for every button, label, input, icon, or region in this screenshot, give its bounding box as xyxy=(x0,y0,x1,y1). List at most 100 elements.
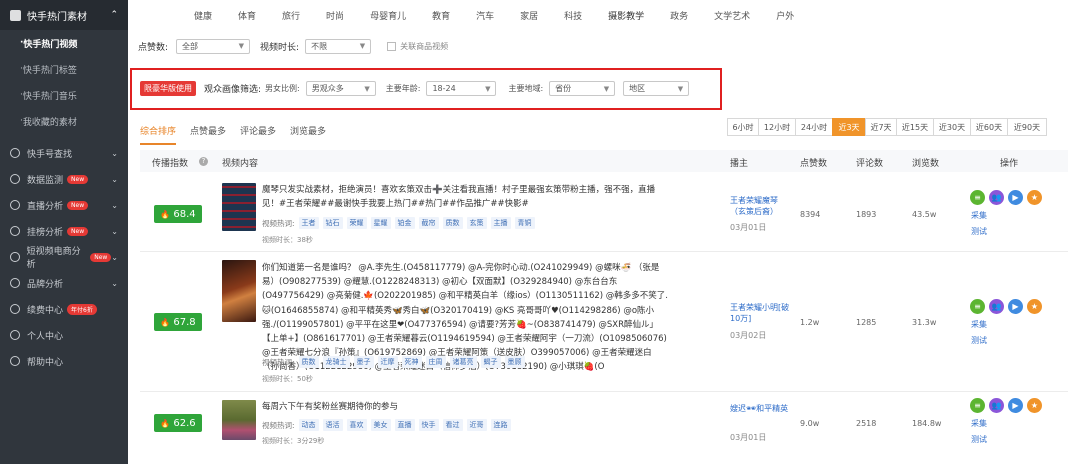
play-icon[interactable]: ▶ xyxy=(1008,299,1023,314)
help-icon[interactable]: ? xyxy=(199,157,208,166)
sort-tab-comments[interactable]: 评论最多 xyxy=(240,124,276,145)
time-tab-7d[interactable]: 近7天 xyxy=(865,118,897,136)
hot-word-tag[interactable]: 铂金 xyxy=(394,217,415,229)
hot-word-tag[interactable]: 质数 xyxy=(442,217,463,229)
category-home[interactable]: 家居 xyxy=(520,9,538,22)
collect-link[interactable]: 采集 xyxy=(971,416,987,432)
video-description[interactable]: 每周六下午有奖粉丝赛期待你的参与 xyxy=(262,400,668,414)
sidebar-item-rank[interactable]: 挂榜分析 New ⌄ xyxy=(0,218,128,244)
hot-word-tag[interactable]: 看过 xyxy=(442,419,463,431)
collect-link[interactable]: 采集 xyxy=(971,208,987,224)
category-tech[interactable]: 科技 xyxy=(564,9,582,22)
hot-word-tag[interactable]: 青铜 xyxy=(514,217,535,229)
list-icon[interactable]: ≡ xyxy=(970,398,985,413)
province-select[interactable]: 省份 ▼ xyxy=(549,81,616,96)
hot-word-tag[interactable]: 墨顾 xyxy=(504,356,525,368)
hot-word-tag[interactable]: 快手 xyxy=(418,419,439,431)
gender-ratio-select[interactable]: 男观众多 ▼ xyxy=(305,81,376,96)
hot-word-tag[interactable]: 玄策 xyxy=(466,217,487,229)
hot-word-tag[interactable]: 截帘 xyxy=(418,217,439,229)
hot-word-tag[interactable]: 星耀 xyxy=(370,217,391,229)
time-tab-3d[interactable]: 近3天 xyxy=(832,118,866,136)
category-health[interactable]: 健康 xyxy=(194,9,212,22)
author-link[interactable]: 王者荣耀魔琴（玄策后裔） xyxy=(730,195,790,217)
sidebar-item-profile[interactable]: 个人中心 xyxy=(0,322,128,348)
duration-select[interactable]: 不限 ▼ xyxy=(305,38,372,54)
star-icon[interactable]: ★ xyxy=(1027,299,1042,314)
time-tab-15d[interactable]: 近15天 xyxy=(896,118,934,136)
time-tab-90d[interactable]: 近90天 xyxy=(1007,118,1047,136)
test-link[interactable]: 测试 xyxy=(971,432,987,448)
test-link[interactable]: 测试 xyxy=(971,224,987,240)
hot-word-tag[interactable]: 直播 xyxy=(394,419,415,431)
hot-word-tag[interactable]: 质数 xyxy=(298,356,319,368)
time-tab-6h[interactable]: 6小时 xyxy=(727,118,759,136)
sidebar-item-live[interactable]: 直播分析 New ⌄ xyxy=(0,192,128,218)
sidebar-sub-hot-tags[interactable]: · 快手热门标签 xyxy=(0,56,128,82)
category-outdoor[interactable]: 户外 xyxy=(776,9,794,22)
hot-word-tag[interactable]: 蝎子 xyxy=(480,356,501,368)
test-link[interactable]: 测试 xyxy=(971,333,987,349)
category-auto[interactable]: 汽车 xyxy=(476,9,494,22)
category-photography[interactable]: 摄影教学 xyxy=(608,9,644,22)
sidebar-item-brand[interactable]: 品牌分析 ⌄ xyxy=(0,270,128,296)
author-link[interactable]: 嫂迟🕶和平精英 xyxy=(730,403,790,414)
hot-word-tag[interactable]: 主播 xyxy=(490,217,511,229)
play-icon[interactable]: ▶ xyxy=(1008,398,1023,413)
sidebar-item-ecommerce[interactable]: 短视频电商分析 New ⌄ xyxy=(0,244,128,270)
hot-word-tag[interactable]: 王者 xyxy=(298,217,319,229)
main-age-select[interactable]: 18-24 ▼ xyxy=(426,81,497,96)
hot-word-tag[interactable]: 诸葛亮 xyxy=(449,356,477,368)
category-fashion[interactable]: 时尚 xyxy=(326,9,344,22)
sidebar-item-monitor[interactable]: 数据监测 New ⌄ xyxy=(0,166,128,192)
hot-word-tag[interactable]: 迁摩 xyxy=(377,356,398,368)
related-goods-checkbox[interactable] xyxy=(387,41,397,51)
hot-word-tag[interactable]: 钻石 xyxy=(322,217,343,229)
hot-word-tag[interactable]: 喜欢 xyxy=(346,419,367,431)
list-icon[interactable]: ≡ xyxy=(970,299,985,314)
sidebar-item-help[interactable]: 帮助中心 xyxy=(0,348,128,374)
video-thumbnail[interactable] xyxy=(222,260,256,322)
hot-word-tag[interactable]: 动态 xyxy=(298,419,319,431)
collect-link[interactable]: 采集 xyxy=(971,317,987,333)
video-description[interactable]: 魔琴只发实战素材，拒绝演员！喜欢玄策双击➕关注看我直播！村子里最强玄策带粉主播，… xyxy=(262,183,668,211)
star-icon[interactable]: ★ xyxy=(1027,190,1042,205)
sidebar-item-renew[interactable]: 续费中心 年付6折 xyxy=(0,296,128,322)
users-icon[interactable]: 👥 xyxy=(989,398,1004,413)
category-sports[interactable]: 体育 xyxy=(238,9,256,22)
hot-word-tag[interactable]: 美女 xyxy=(370,419,391,431)
author-link[interactable]: 王者荣耀小明[破10万] xyxy=(730,302,790,324)
users-icon[interactable]: 👥 xyxy=(989,190,1004,205)
sidebar-sub-hot-videos[interactable]: · 快手热门视频 xyxy=(0,30,128,56)
category-parenting[interactable]: 母婴育儿 xyxy=(370,9,406,22)
sidebar-item-account-search[interactable]: 快手号查找 ⌄ xyxy=(0,140,128,166)
hot-word-tag[interactable]: 庄周 xyxy=(425,356,446,368)
video-thumbnail[interactable] xyxy=(222,400,256,440)
area-select[interactable]: 地区 ▼ xyxy=(623,81,690,96)
video-thumbnail[interactable] xyxy=(222,183,256,231)
category-education[interactable]: 教育 xyxy=(432,9,450,22)
time-tab-30d[interactable]: 近30天 xyxy=(933,118,971,136)
time-tab-12h[interactable]: 12小时 xyxy=(758,118,796,136)
hot-word-tag[interactable]: 死神 xyxy=(401,356,422,368)
play-icon[interactable]: ▶ xyxy=(1008,190,1023,205)
category-government[interactable]: 政务 xyxy=(670,9,688,22)
time-tab-60d[interactable]: 近60天 xyxy=(970,118,1008,136)
time-tab-24h[interactable]: 24小时 xyxy=(795,118,833,136)
hot-word-tag[interactable]: 荣耀 xyxy=(346,217,367,229)
category-literature-art[interactable]: 文学艺术 xyxy=(714,9,750,22)
sidebar-sub-favorites[interactable]: · 我收藏的素材 xyxy=(0,108,128,134)
likes-select[interactable]: 全部 ▼ xyxy=(176,38,251,54)
sidebar-group-kuaishou-material[interactable]: 快手热门素材 ⌃ xyxy=(0,0,128,30)
sort-tab-likes[interactable]: 点赞最多 xyxy=(190,124,226,145)
hot-word-tag[interactable]: 语活 xyxy=(322,419,343,431)
hot-word-tag[interactable]: 连路 xyxy=(490,419,511,431)
sidebar-sub-hot-music[interactable]: · 快手热门音乐 xyxy=(0,82,128,108)
users-icon[interactable]: 👥 xyxy=(989,299,1004,314)
hot-word-tag[interactable]: 墨子 xyxy=(353,356,374,368)
hot-word-tag[interactable]: 龙骑士 xyxy=(322,356,350,368)
category-travel[interactable]: 旅行 xyxy=(282,9,300,22)
sort-tab-views[interactable]: 浏览最多 xyxy=(290,124,326,145)
list-icon[interactable]: ≡ xyxy=(970,190,985,205)
sort-tab-overall[interactable]: 综合排序 xyxy=(140,124,177,145)
